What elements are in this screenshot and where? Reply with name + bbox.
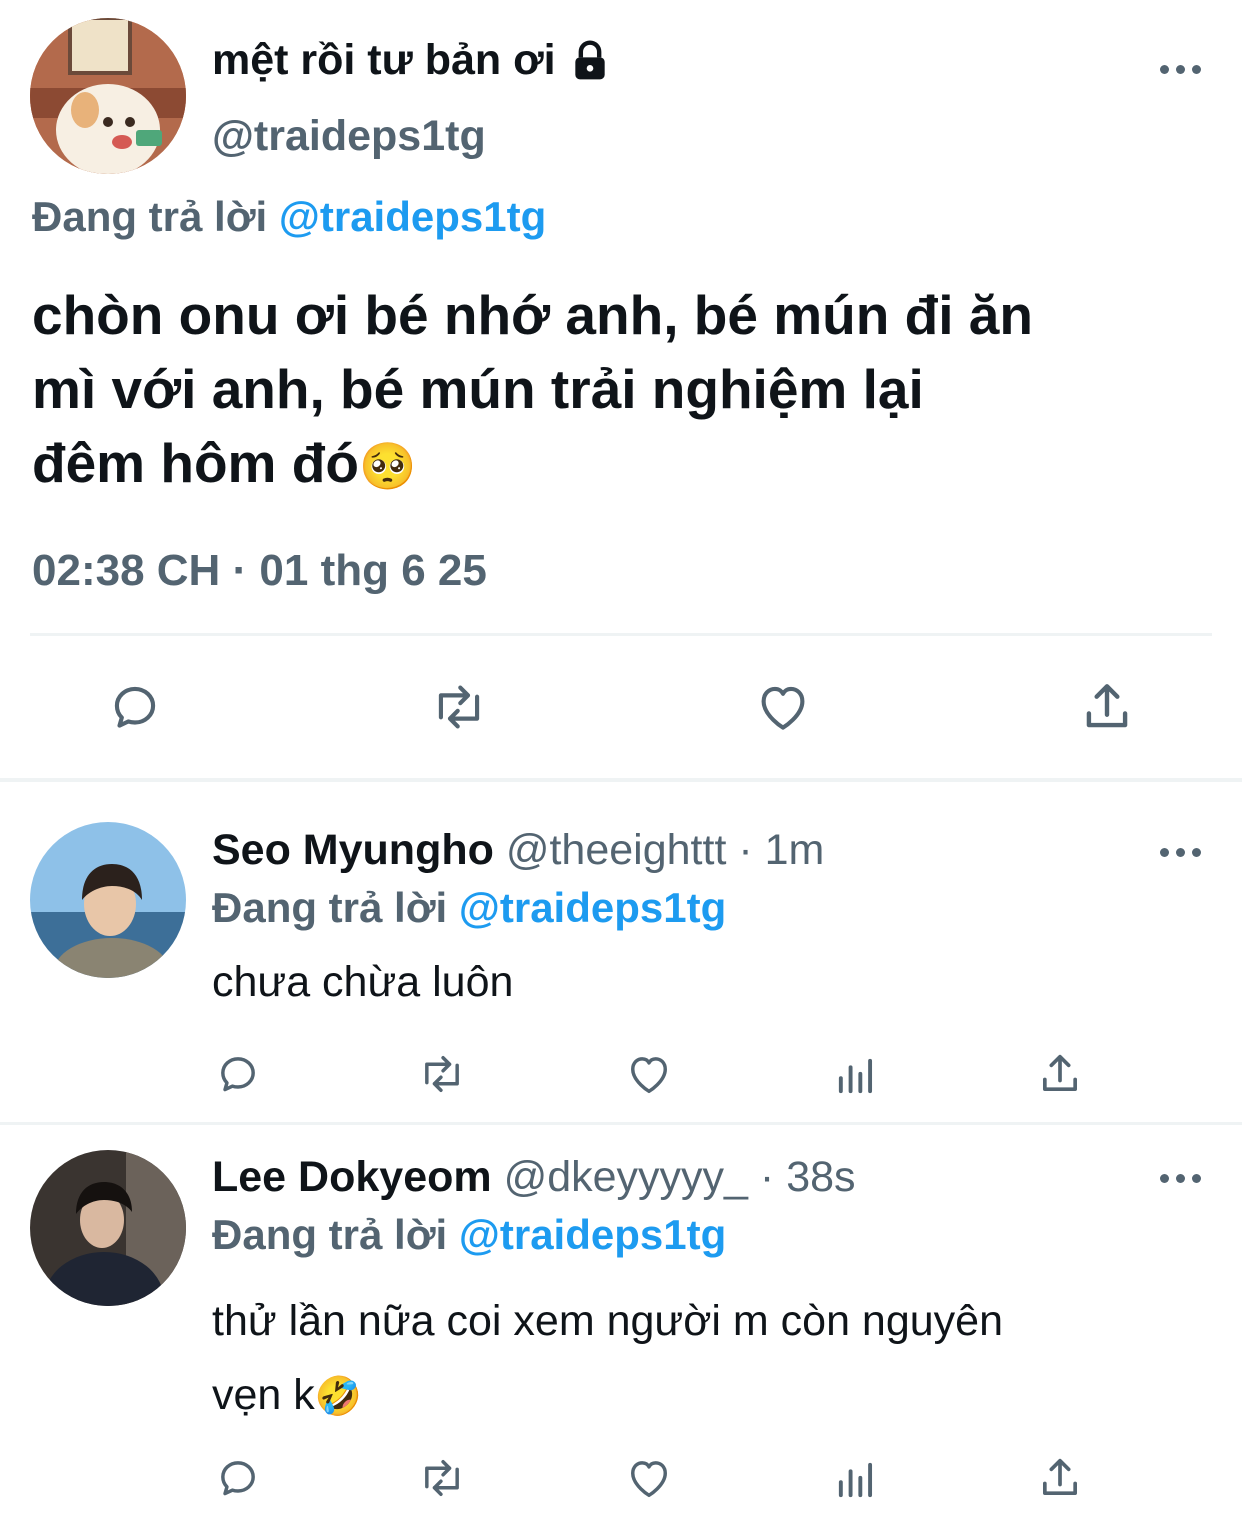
reply-text: chưa chừa luôn bbox=[212, 958, 514, 1006]
replying-to-handle[interactable]: @traideps1tg bbox=[279, 193, 546, 240]
divider bbox=[30, 633, 1212, 636]
avatar[interactable] bbox=[30, 822, 186, 978]
section-divider bbox=[0, 778, 1242, 782]
share-icon[interactable] bbox=[1034, 1452, 1086, 1504]
user-handle[interactable]: @dkeyyyyy_ bbox=[504, 1153, 748, 1201]
reply-icon[interactable] bbox=[212, 1452, 264, 1504]
tweet-text-line: chòn onu ơi bé nhớ anh, bé mún đi ăn bbox=[32, 284, 1033, 346]
replying-to-prefix: Đang trả lời bbox=[212, 884, 448, 931]
retweet-icon[interactable] bbox=[414, 1452, 470, 1504]
tweet-text-line: đêm hôm đó bbox=[32, 432, 359, 494]
reply-time[interactable]: · 1m bbox=[738, 826, 824, 874]
replying-to-handle[interactable]: @traideps1tg bbox=[459, 1211, 726, 1258]
more-options-icon[interactable] bbox=[1160, 848, 1201, 857]
reply-text-line: thử lần nữa coi xem người m còn nguyên bbox=[212, 1297, 1004, 1345]
analytics-icon[interactable] bbox=[830, 1050, 882, 1102]
reply-header: Seo Myungho @theeighttt · 1m bbox=[212, 826, 824, 875]
retweet-icon[interactable] bbox=[414, 1048, 470, 1100]
user-handle[interactable]: @theeighttt bbox=[506, 826, 727, 874]
section-divider bbox=[0, 1122, 1242, 1125]
reply-text: thử lần nữa coi xem người m còn nguyên v… bbox=[212, 1284, 1003, 1434]
like-icon[interactable] bbox=[752, 676, 814, 738]
reply-text-line: vẹn k bbox=[212, 1371, 315, 1419]
replying-to: Đang trả lời @traideps1tg bbox=[212, 884, 726, 932]
replying-to: Đang trả lời @traideps1tg bbox=[32, 193, 546, 241]
replying-to-prefix: Đang trả lời bbox=[212, 1211, 448, 1258]
retweet-icon[interactable] bbox=[426, 676, 492, 738]
display-name[interactable]: Lee Dokyeom bbox=[212, 1153, 492, 1201]
replying-to: Đang trả lời @traideps1tg bbox=[212, 1211, 726, 1259]
analytics-icon[interactable] bbox=[830, 1454, 882, 1506]
user-handle[interactable]: @traideps1tg bbox=[212, 112, 486, 161]
display-name[interactable]: mệt rồi tư bản ơi bbox=[212, 36, 556, 85]
reply-header: Lee Dokyeom @dkeyyyyy_ · 38s bbox=[212, 1153, 856, 1202]
share-icon[interactable] bbox=[1034, 1048, 1086, 1100]
replying-to-prefix: Đang trả lời bbox=[32, 193, 268, 240]
avatar[interactable] bbox=[30, 18, 186, 174]
reply-icon[interactable] bbox=[104, 676, 166, 738]
tweet-timestamp[interactable]: 02:38 CH · 01 thg 6 25 bbox=[32, 546, 487, 596]
tweet-text-line: mì với anh, bé mún trải nghiệm lại bbox=[32, 358, 924, 420]
lock-icon bbox=[568, 39, 612, 83]
like-icon[interactable] bbox=[623, 1452, 675, 1504]
replying-to-handle[interactable]: @traideps1tg bbox=[459, 884, 726, 931]
avatar[interactable] bbox=[30, 1150, 186, 1306]
more-options-icon[interactable] bbox=[1160, 1174, 1201, 1183]
pleading-face-emoji: 🥺 bbox=[358, 440, 417, 492]
reply-icon[interactable] bbox=[212, 1048, 264, 1100]
share-icon[interactable] bbox=[1076, 676, 1138, 738]
more-options-icon[interactable] bbox=[1160, 65, 1201, 74]
tweet-text: chòn onu ơi bé nhớ anh, bé mún đi ăn mì … bbox=[32, 278, 1033, 503]
display-name[interactable]: Seo Myungho bbox=[212, 826, 494, 874]
like-icon[interactable] bbox=[623, 1048, 675, 1100]
reply-time[interactable]: · 38s bbox=[760, 1153, 856, 1201]
rofl-emoji: 🤣 bbox=[314, 1376, 363, 1418]
